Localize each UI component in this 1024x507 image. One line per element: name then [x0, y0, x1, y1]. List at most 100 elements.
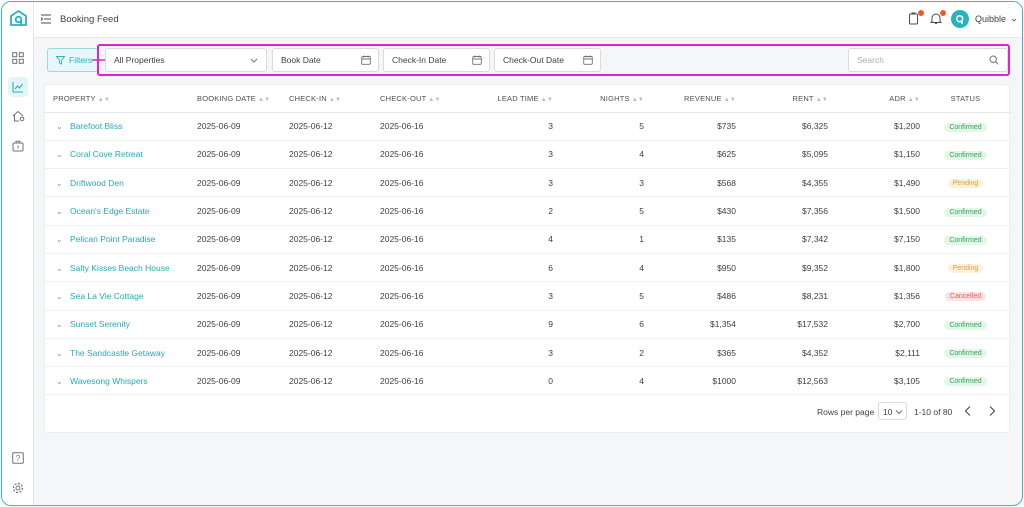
chevron-down-icon[interactable]: ⌄: [56, 349, 70, 358]
chevron-down-icon[interactable]: ⌄: [56, 235, 70, 244]
cell-check-out: 2025-06-16: [380, 366, 472, 396]
cell-lead-time: 3: [472, 168, 553, 198]
page-title: Booking Feed: [60, 14, 119, 25]
column-header-rent[interactable]: RENT ▲▼: [736, 85, 828, 113]
menu-collapse-icon[interactable]: [40, 14, 52, 26]
cell-nights: 5: [553, 196, 644, 226]
check-out-date-picker[interactable]: Check-Out Date: [494, 48, 601, 72]
rows-per-page-select[interactable]: 10: [878, 402, 907, 420]
column-header-adr[interactable]: ADR ▲▼: [828, 85, 920, 113]
cell-lead-time: 3: [472, 112, 553, 141]
cell-check-in: 2025-06-12: [289, 112, 380, 141]
table-row[interactable]: ⌄ Ocean's Edge Estate 2025-06-09 2025-06-12…: [45, 196, 1011, 226]
property-link[interactable]: Coral Cove Retreat: [70, 149, 143, 159]
property-link[interactable]: Wavesong Whispers: [70, 376, 148, 386]
chevron-down-icon[interactable]: [1011, 15, 1017, 25]
property-link[interactable]: Barefoot Bliss: [70, 121, 122, 131]
status-badge: Pending: [947, 264, 984, 274]
chevron-down-icon[interactable]: ⌄: [56, 150, 70, 159]
chevron-down-icon[interactable]: ⌄: [56, 179, 70, 188]
column-header-revenue[interactable]: REVENUE ▲▼: [644, 85, 736, 113]
check-out-date-label: Check-Out Date: [503, 55, 564, 65]
gear-icon[interactable]: [8, 478, 28, 498]
cell-check-out: 2025-06-16: [380, 168, 472, 198]
cell-revenue: $735: [644, 112, 736, 141]
dashboard-icon[interactable]: [8, 48, 28, 68]
cell-check-in: 2025-06-12: [289, 281, 380, 311]
cell-property: ⌄ Coral Cove Retreat: [45, 140, 197, 170]
cell-check-in: 2025-06-12: [289, 310, 380, 339]
property-select[interactable]: All Properties: [105, 48, 267, 72]
table-row[interactable]: ⌄ Barefoot Bliss 2025-06-09 2025-06-12 2025-…: [45, 112, 1011, 141]
chevron-down-icon[interactable]: ⌄: [56, 292, 70, 301]
cell-check-in: 2025-06-12: [289, 196, 380, 226]
property-link[interactable]: Driftwood Den: [70, 178, 124, 188]
cell-status: Confirmed: [920, 225, 1011, 254]
avatar[interactable]: [951, 10, 969, 28]
cell-adr: $1,490: [828, 168, 920, 198]
table-row[interactable]: ⌄ Sea La Vie Cottage 2025-06-09 2025-06-12 2…: [45, 281, 1011, 311]
column-header-booking-date[interactable]: BOOKING DATE ▲▼: [197, 85, 289, 113]
table-row[interactable]: ⌄ Driftwood Den 2025-06-09 2025-06-12 2025-0…: [45, 168, 1011, 198]
property-link[interactable]: Salty Kisses Beach House: [70, 263, 170, 273]
bookings-card: PROPERTY ▲▼ BOOKING DATE ▲▼ CHECK-IN ▲▼ CHE…: [44, 84, 1011, 433]
user-name[interactable]: Quibble: [975, 14, 1006, 24]
rows-per-page-value: 10: [883, 407, 893, 417]
chevron-down-icon[interactable]: ⌄: [56, 320, 70, 329]
table-row[interactable]: ⌄ Salty Kisses Beach House 2025-06-09 2025-…: [45, 253, 1011, 283]
table-row[interactable]: ⌄ Coral Cove Retreat 2025-06-09 2025-06-12 2…: [45, 140, 1011, 170]
chart-icon[interactable]: [8, 77, 28, 97]
next-page-icon[interactable]: [987, 405, 997, 419]
cell-revenue: $1,354: [644, 310, 736, 339]
column-header-check-in[interactable]: CHECK-IN ▲▼: [289, 85, 380, 113]
table-row[interactable]: ⌄ The Sandcastle Getaway 2025-06-09 2025-06…: [45, 338, 1011, 368]
cell-rent: $4,352: [736, 338, 828, 368]
cell-rent: $8,231: [736, 281, 828, 311]
table-row[interactable]: ⌄ Wavesong Whispers 2025-06-09 2025-06-12 20…: [45, 366, 1011, 396]
status-badge: Confirmed: [944, 235, 987, 245]
property-link[interactable]: Sea La Vie Cottage: [70, 291, 144, 301]
column-header-check-out[interactable]: CHECK-OUT ▲▼: [380, 85, 472, 113]
column-header-lead-time[interactable]: LEAD TIME ▲▼: [472, 85, 553, 113]
logo-icon[interactable]: [10, 9, 27, 27]
page-range: 1-10 of 80: [914, 407, 953, 417]
property-link[interactable]: Ocean's Edge Estate: [70, 206, 150, 216]
property-link[interactable]: The Sandcastle Getaway: [70, 348, 165, 358]
cell-rent: $6,325: [736, 112, 828, 141]
help-icon[interactable]: ?: [8, 448, 28, 468]
cell-revenue: $135: [644, 225, 736, 254]
bell-icon[interactable]: [929, 10, 946, 26]
cell-revenue: $950: [644, 253, 736, 283]
check-in-date-picker[interactable]: Check-In Date: [383, 48, 490, 72]
home-settings-icon[interactable]: [8, 106, 28, 126]
briefcase-icon[interactable]: [8, 136, 28, 156]
previous-page-icon[interactable]: [963, 405, 973, 419]
cell-property: ⌄ The Sandcastle Getaway: [45, 338, 197, 368]
cell-booking-date: 2025-06-09: [197, 196, 289, 226]
chevron-down-icon[interactable]: ⌄: [56, 377, 70, 386]
chevron-down-icon[interactable]: ⌄: [56, 122, 70, 131]
cell-check-in: 2025-06-12: [289, 225, 380, 254]
sort-icon: ▲▼: [257, 96, 271, 103]
cell-property: ⌄ Barefoot Bliss: [45, 112, 197, 141]
status-badge: Confirmed: [944, 349, 987, 359]
cell-adr: $7,150: [828, 225, 920, 254]
table-row[interactable]: ⌄ Sunset Serenity 2025-06-09 2025-06-12 2025…: [45, 310, 1011, 339]
search-input[interactable]: [849, 49, 979, 71]
table-row[interactable]: ⌄ Pelican Point Paradise 2025-06-09 2025-06…: [45, 225, 1011, 254]
chevron-down-icon[interactable]: ⌄: [56, 264, 70, 273]
cell-check-in: 2025-06-12: [289, 140, 380, 170]
clipboard-icon[interactable]: [908, 10, 924, 26]
column-header-property[interactable]: PROPERTY ▲▼: [45, 85, 197, 113]
top-bar: Booking Feed Quibble: [34, 2, 1022, 38]
book-date-picker[interactable]: Book Date: [272, 48, 379, 72]
cell-nights: 4: [553, 140, 644, 170]
search-icon[interactable]: [989, 55, 999, 65]
property-link[interactable]: Sunset Serenity: [70, 319, 130, 329]
notification-badge: [918, 10, 924, 16]
property-link[interactable]: Pelican Point Paradise: [70, 234, 156, 244]
column-header-nights[interactable]: NIGHTS ▲▼: [553, 85, 644, 113]
cell-nights: 1: [553, 225, 644, 254]
chevron-down-icon[interactable]: ⌄: [56, 207, 70, 216]
status-badge: Confirmed: [944, 150, 987, 160]
